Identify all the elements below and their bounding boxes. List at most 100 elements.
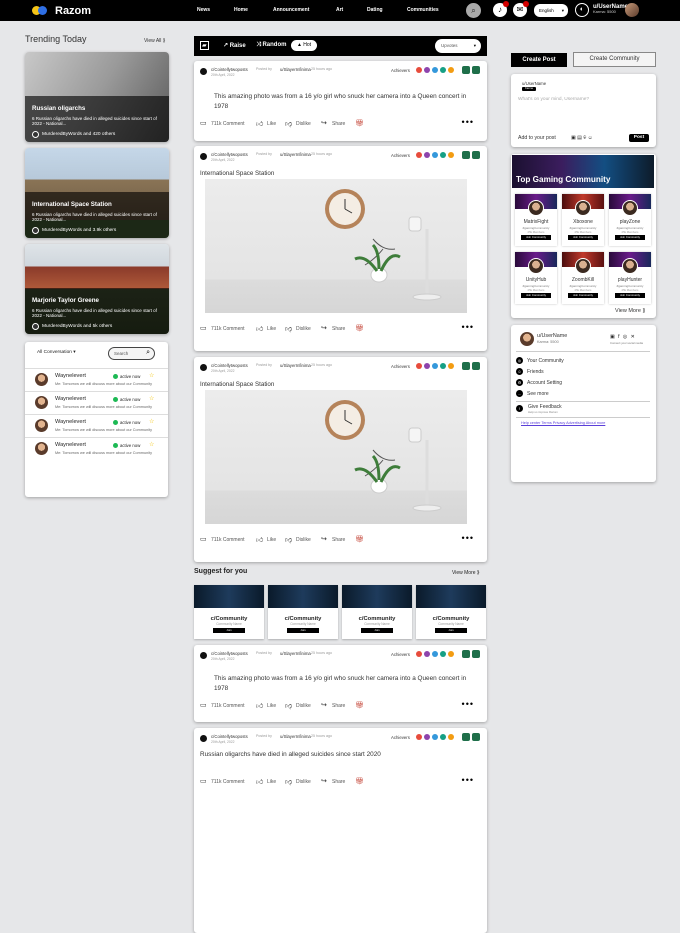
like-button[interactable]: Like bbox=[267, 121, 276, 127]
best-sort-icon[interactable]: ▰ bbox=[200, 41, 209, 50]
dislike-button[interactable]: Dislike bbox=[296, 703, 311, 709]
save-icon[interactable] bbox=[462, 362, 470, 370]
social-icons[interactable]: ▣ f ◎ ✕ bbox=[610, 334, 636, 340]
follow-icon[interactable] bbox=[472, 733, 480, 741]
gift-icon[interactable]: 🎁︎ bbox=[355, 777, 364, 785]
join-community-button[interactable]: Join Community bbox=[568, 293, 598, 298]
footer-links[interactable]: Help center Terms Privacy Advertising Ab… bbox=[521, 421, 605, 425]
conversation-row[interactable]: Waynelevert active now ☆ Me: Tomorrow we… bbox=[25, 368, 168, 391]
share-icon[interactable]: ↪ bbox=[321, 535, 327, 543]
like-icon[interactable]: 👍︎ bbox=[256, 701, 263, 710]
share-icon[interactable]: ↪ bbox=[321, 119, 327, 127]
sort-random[interactable]: ⤨ Random bbox=[256, 42, 286, 49]
composer-post-button[interactable]: Post bbox=[629, 134, 649, 142]
like-button[interactable]: Like bbox=[267, 779, 276, 785]
gaming-community-card[interactable]: ZoombKill #gamingCommunity 25k Members Join… bbox=[562, 252, 604, 304]
nav-dating[interactable]: Dating bbox=[367, 7, 383, 13]
join-community-button[interactable]: Join Community bbox=[521, 293, 551, 298]
comment-button[interactable]: 711k Comment bbox=[211, 779, 245, 785]
dislike-button[interactable]: Dislike bbox=[296, 121, 311, 127]
comment-icon[interactable]: ▭ bbox=[200, 324, 207, 332]
image-icon[interactable]: ▣ bbox=[571, 135, 576, 141]
gaming-view-more-link[interactable]: View More ⟫ bbox=[615, 308, 645, 314]
trending-card[interactable]: International Space Station 6 Russian ol… bbox=[25, 148, 169, 238]
nav-announcement[interactable]: Announcement bbox=[273, 7, 309, 13]
sort-raise[interactable]: ↗ Raise bbox=[223, 42, 246, 49]
more-options-icon[interactable]: ••• bbox=[462, 117, 474, 127]
dislike-button[interactable]: Dislike bbox=[296, 537, 311, 543]
follow-icon[interactable] bbox=[472, 362, 480, 370]
post-card[interactable]: c/Cointellytwoposts Posted by u/SlayerIn… bbox=[194, 357, 487, 562]
conversation-row[interactable]: Waynelevert active now ☆ Me: Tomorrow we… bbox=[25, 391, 168, 414]
suggest-card[interactable]: c/Community Community Name Join bbox=[342, 585, 412, 639]
gaming-community-card[interactable]: playZone #gamingCommunity 25k Members Join … bbox=[609, 194, 651, 246]
join-community-button[interactable]: Join Community bbox=[615, 293, 645, 298]
star-icon[interactable]: ☆ bbox=[149, 395, 154, 402]
like-icon[interactable]: 👍︎ bbox=[256, 324, 263, 333]
logo[interactable]: Razom bbox=[32, 4, 91, 17]
post-image[interactable] bbox=[205, 179, 467, 313]
conversation-filter-select[interactable]: All Conversation ▾ bbox=[37, 350, 76, 355]
gift-icon[interactable]: 🎁︎ bbox=[355, 119, 364, 127]
comment-icon[interactable]: ▭ bbox=[200, 701, 207, 709]
follow-icon[interactable] bbox=[472, 151, 480, 159]
like-icon[interactable]: 👍︎ bbox=[256, 535, 263, 544]
star-icon[interactable]: ☆ bbox=[149, 372, 154, 379]
emoji-icon[interactable]: ☺ bbox=[588, 135, 593, 141]
like-button[interactable]: Like bbox=[267, 703, 276, 709]
menu-item-your-community[interactable]: ◎ Your Community bbox=[516, 357, 564, 364]
gift-icon[interactable]: 🎁︎ bbox=[355, 324, 364, 332]
trending-card[interactable]: Russian oligarchs 6 Russian oligarchs ha… bbox=[25, 52, 169, 142]
sort-select[interactable]: Upvotes bbox=[435, 39, 481, 53]
share-icon[interactable]: ↪ bbox=[321, 701, 327, 709]
comment-icon[interactable]: ▭ bbox=[200, 777, 207, 785]
composer-attach-icons[interactable]: ▣ ▤ ⌾ ☺ bbox=[571, 135, 593, 141]
join-community-button[interactable]: Join Community bbox=[615, 235, 645, 240]
more-options-icon[interactable]: ••• bbox=[462, 533, 474, 543]
comment-button[interactable]: 711k Comment bbox=[211, 703, 245, 709]
conversation-row[interactable]: Waynelevert active now ☆ Me: Tomorrow we… bbox=[25, 414, 168, 437]
dislike-icon[interactable]: 👎︎ bbox=[285, 701, 292, 710]
more-options-icon[interactable]: ••• bbox=[462, 775, 474, 785]
dislike-icon[interactable]: 👎︎ bbox=[285, 324, 292, 333]
share-icon[interactable]: ↪ bbox=[321, 324, 327, 332]
star-icon[interactable]: ☆ bbox=[149, 441, 154, 448]
post-image[interactable] bbox=[205, 390, 467, 524]
comment-button[interactable]: 711k Comment bbox=[211, 537, 245, 543]
like-icon[interactable]: 👍︎ bbox=[256, 119, 263, 128]
share-button[interactable]: Share bbox=[332, 537, 345, 543]
post-card[interactable]: c/Cointellytwoposts Posted by u/SlayerIn… bbox=[194, 146, 487, 351]
save-icon[interactable] bbox=[462, 66, 470, 74]
post-card[interactable]: c/Cointellytwoposts Posted by u/SlayerIn… bbox=[194, 728, 487, 933]
dislike-icon[interactable]: 👎︎ bbox=[285, 119, 292, 128]
location-icon[interactable]: ⌾ bbox=[583, 135, 586, 141]
join-button[interactable]: Join bbox=[213, 628, 245, 633]
like-button[interactable]: Like bbox=[267, 537, 276, 543]
dislike-icon[interactable]: 👎︎ bbox=[285, 777, 292, 786]
gift-icon[interactable]: 🎁︎ bbox=[355, 535, 364, 543]
like-icon[interactable]: 👍︎ bbox=[256, 777, 263, 786]
suggest-card[interactable]: c/Community Community Name Join bbox=[416, 585, 486, 639]
suggest-view-more-link[interactable]: View More ⟫ bbox=[452, 570, 480, 576]
follow-icon[interactable] bbox=[472, 650, 480, 658]
conversation-search-input[interactable]: Search bbox=[108, 347, 155, 360]
user-avatar[interactable] bbox=[625, 3, 639, 17]
join-community-button[interactable]: Join Community bbox=[521, 235, 551, 240]
gaming-community-card[interactable]: playHunter #gamingCommunity 25k Members Joi… bbox=[609, 252, 651, 304]
more-options-icon[interactable]: ••• bbox=[462, 699, 474, 709]
dislike-button[interactable]: Dislike bbox=[296, 326, 311, 332]
menu-item-account-setting[interactable]: ⚙ Account Setting bbox=[516, 379, 562, 386]
nav-art[interactable]: Art bbox=[336, 7, 343, 13]
comment-button[interactable]: 711k Comment bbox=[211, 121, 245, 127]
theme-toggle-icon[interactable]: ◐ bbox=[575, 3, 589, 17]
save-icon[interactable] bbox=[462, 733, 470, 741]
join-button[interactable]: Join bbox=[287, 628, 319, 633]
menu-item-friends[interactable]: ☺ Friends bbox=[516, 368, 544, 375]
gaming-community-card[interactable]: MatrixFight #gamingCommunity 25k Members Jo… bbox=[515, 194, 557, 246]
top-user-info[interactable]: u/UserName Karma: 5500 bbox=[593, 4, 628, 14]
join-button[interactable]: Join bbox=[435, 628, 467, 633]
suggest-card[interactable]: c/Community Community Name Join bbox=[194, 585, 264, 639]
comment-button[interactable]: 711k Comment bbox=[211, 326, 245, 332]
language-select[interactable]: English bbox=[534, 4, 568, 17]
share-button[interactable]: Share bbox=[332, 326, 345, 332]
